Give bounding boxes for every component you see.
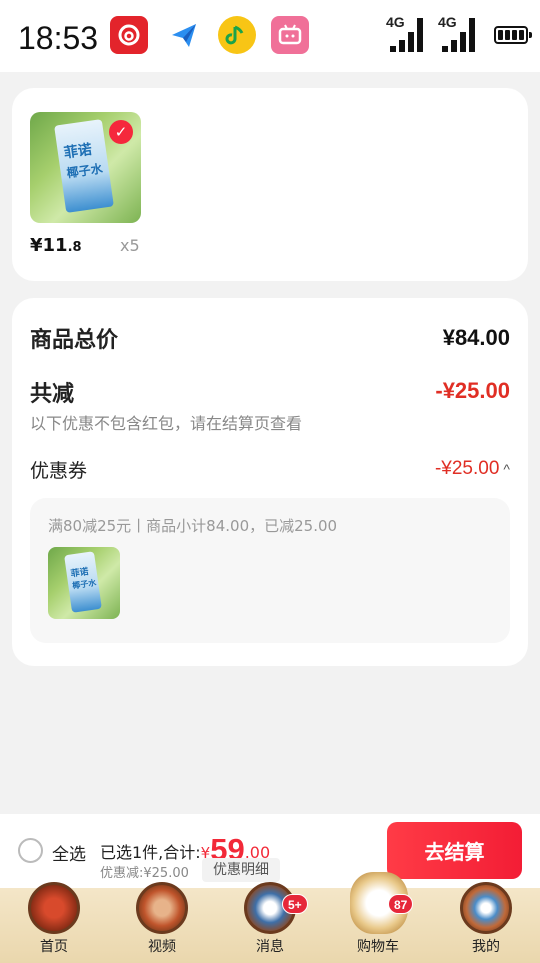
product-quantity: x5: [120, 236, 140, 255]
discount-value: -¥25.00: [435, 378, 510, 403]
paper-plane-app-icon: [165, 16, 203, 54]
messages-badge: 5+: [282, 894, 308, 914]
coupon-label[interactable]: 优惠券: [30, 456, 87, 483]
chevron-up-icon[interactable]: ^: [503, 461, 510, 477]
video-figure-icon: [136, 882, 188, 934]
product-image[interactable]: 菲诺 椰子水 ✓: [30, 112, 141, 223]
coupon-value[interactable]: -¥25.00 ^: [435, 458, 510, 480]
total-price-label: 商品总价: [30, 328, 119, 353]
checkout-bar: 全选 已选1件,合计:¥59.00 优惠减:¥25.00 优惠明细 去结算: [0, 814, 540, 888]
qq-music-icon: [218, 16, 256, 54]
signal-icon: 4G: [386, 14, 426, 54]
discount-label: 共减: [30, 382, 75, 407]
discount-summary: 优惠减:¥25.00: [100, 866, 189, 881]
coupon-detail-box: 满80减25元丨商品小计84.00，已减25.00 菲诺 椰子水: [30, 498, 510, 643]
checkout-button[interactable]: 去结算: [387, 822, 522, 879]
discount-note: 以下优惠不包含红包，请在结算页查看: [30, 414, 303, 433]
netease-music-icon: [110, 16, 148, 54]
tab-cart[interactable]: 87 购物车: [328, 872, 428, 963]
status-time: 18:53: [18, 20, 99, 56]
product-price: ¥11.8: [30, 235, 82, 256]
tab-video[interactable]: 视频: [112, 882, 212, 963]
product-card[interactable]: 菲诺 椰子水 ✓ ¥11.8 x5: [12, 88, 528, 281]
status-bar: 18:53 4G 4G: [0, 0, 540, 72]
bottom-tab-bar: 首页 视频 5+ 消息 87 购物车 我的: [0, 872, 540, 963]
price-summary-card: 商品总价 ¥84.00 共减 -¥25.00 以下优惠不包含红包，请在结算页查看…: [12, 298, 528, 666]
tab-home[interactable]: 首页: [4, 882, 104, 963]
home-temple-icon: [28, 882, 80, 934]
coupon-product-thumb: 菲诺 椰子水: [48, 547, 120, 619]
tab-profile[interactable]: 我的: [436, 882, 536, 963]
coupon-description: 满80减25元丨商品小计84.00，已减25.00: [48, 517, 338, 535]
battery-icon: [494, 26, 532, 44]
select-all-label[interactable]: 全选: [52, 840, 86, 865]
selected-check-icon[interactable]: ✓: [109, 120, 133, 144]
cart-badge: 87: [388, 894, 414, 914]
discount-detail-button[interactable]: 优惠明细: [202, 858, 280, 882]
bilibili-icon: [271, 16, 309, 54]
coconut-water-pack: 菲诺 椰子水: [54, 119, 114, 213]
select-all-radio[interactable]: [18, 838, 43, 863]
profile-emblem-icon: [460, 882, 512, 934]
total-price-value: ¥84.00: [442, 325, 510, 350]
signal-icon-2: 4G: [438, 14, 478, 54]
tab-messages[interactable]: 5+ 消息: [220, 882, 320, 963]
